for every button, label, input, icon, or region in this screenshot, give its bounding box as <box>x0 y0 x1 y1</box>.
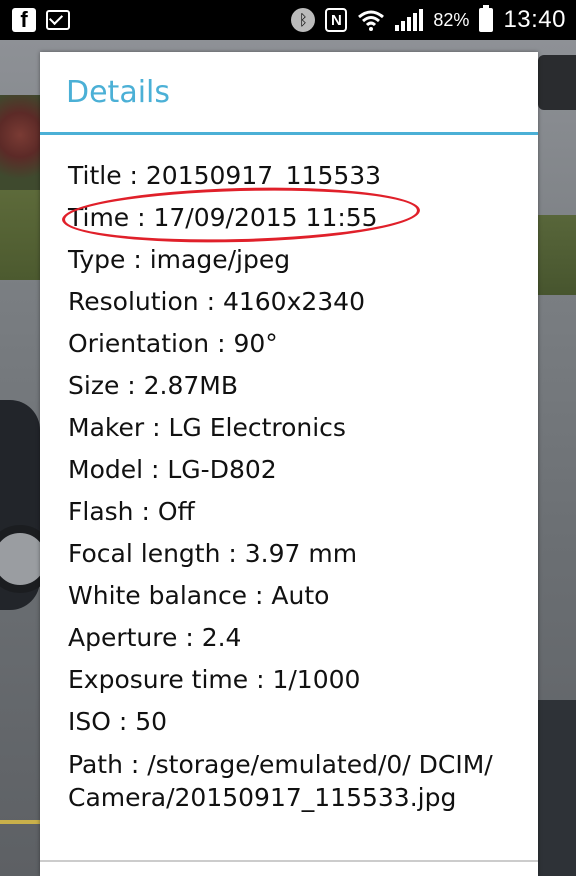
detail-path: Path : /storage/emulated/0/ DCIM/ Camera… <box>68 750 493 812</box>
detail-exposure-time: Exposure time : 1/1000 <box>68 665 361 694</box>
photo-road-line <box>0 820 40 824</box>
signal-icon <box>395 9 424 31</box>
detail-orientation: Orientation : 90° <box>68 329 278 358</box>
gmail-icon <box>46 10 70 30</box>
detail-flash: Flash : Off <box>68 497 195 526</box>
detail-maker: Maker : LG Electronics <box>68 413 346 442</box>
detail-aperture: Aperture : 2.4 <box>68 623 242 652</box>
status-bar: f ᛒ N 82% 13:40 <box>0 0 576 40</box>
wifi-icon <box>357 9 385 31</box>
photo-car-right-lower <box>538 700 576 876</box>
nfc-icon: N <box>325 8 348 32</box>
bottom-divider <box>40 860 538 862</box>
detail-type: Type : image/jpeg <box>68 245 291 274</box>
photo-grass-right <box>538 215 576 295</box>
detail-resolution: Resolution : 4160x2340 <box>68 287 365 316</box>
clock: 13:40 <box>503 6 566 33</box>
facebook-icon: f <box>12 7 36 32</box>
detail-model: Model : LG-D802 <box>68 455 277 484</box>
bluetooth-icon: ᛒ <box>291 8 316 32</box>
detail-white-balance: White balance : Auto <box>68 581 330 610</box>
photo-bush <box>0 95 40 195</box>
photo-car-right <box>538 55 576 110</box>
dialog-title: Details <box>66 74 171 110</box>
battery-percent: 82% <box>433 9 470 30</box>
details-dialog: Details Title : 20150917_115533 Time : 1… <box>40 52 538 876</box>
battery-icon <box>479 5 494 32</box>
detail-iso: ISO : 50 <box>68 707 168 736</box>
detail-focal-length: Focal length : 3.97 mm <box>68 539 358 568</box>
photo-grass-left <box>0 190 40 280</box>
detail-size: Size : 2.87MB <box>68 371 239 400</box>
